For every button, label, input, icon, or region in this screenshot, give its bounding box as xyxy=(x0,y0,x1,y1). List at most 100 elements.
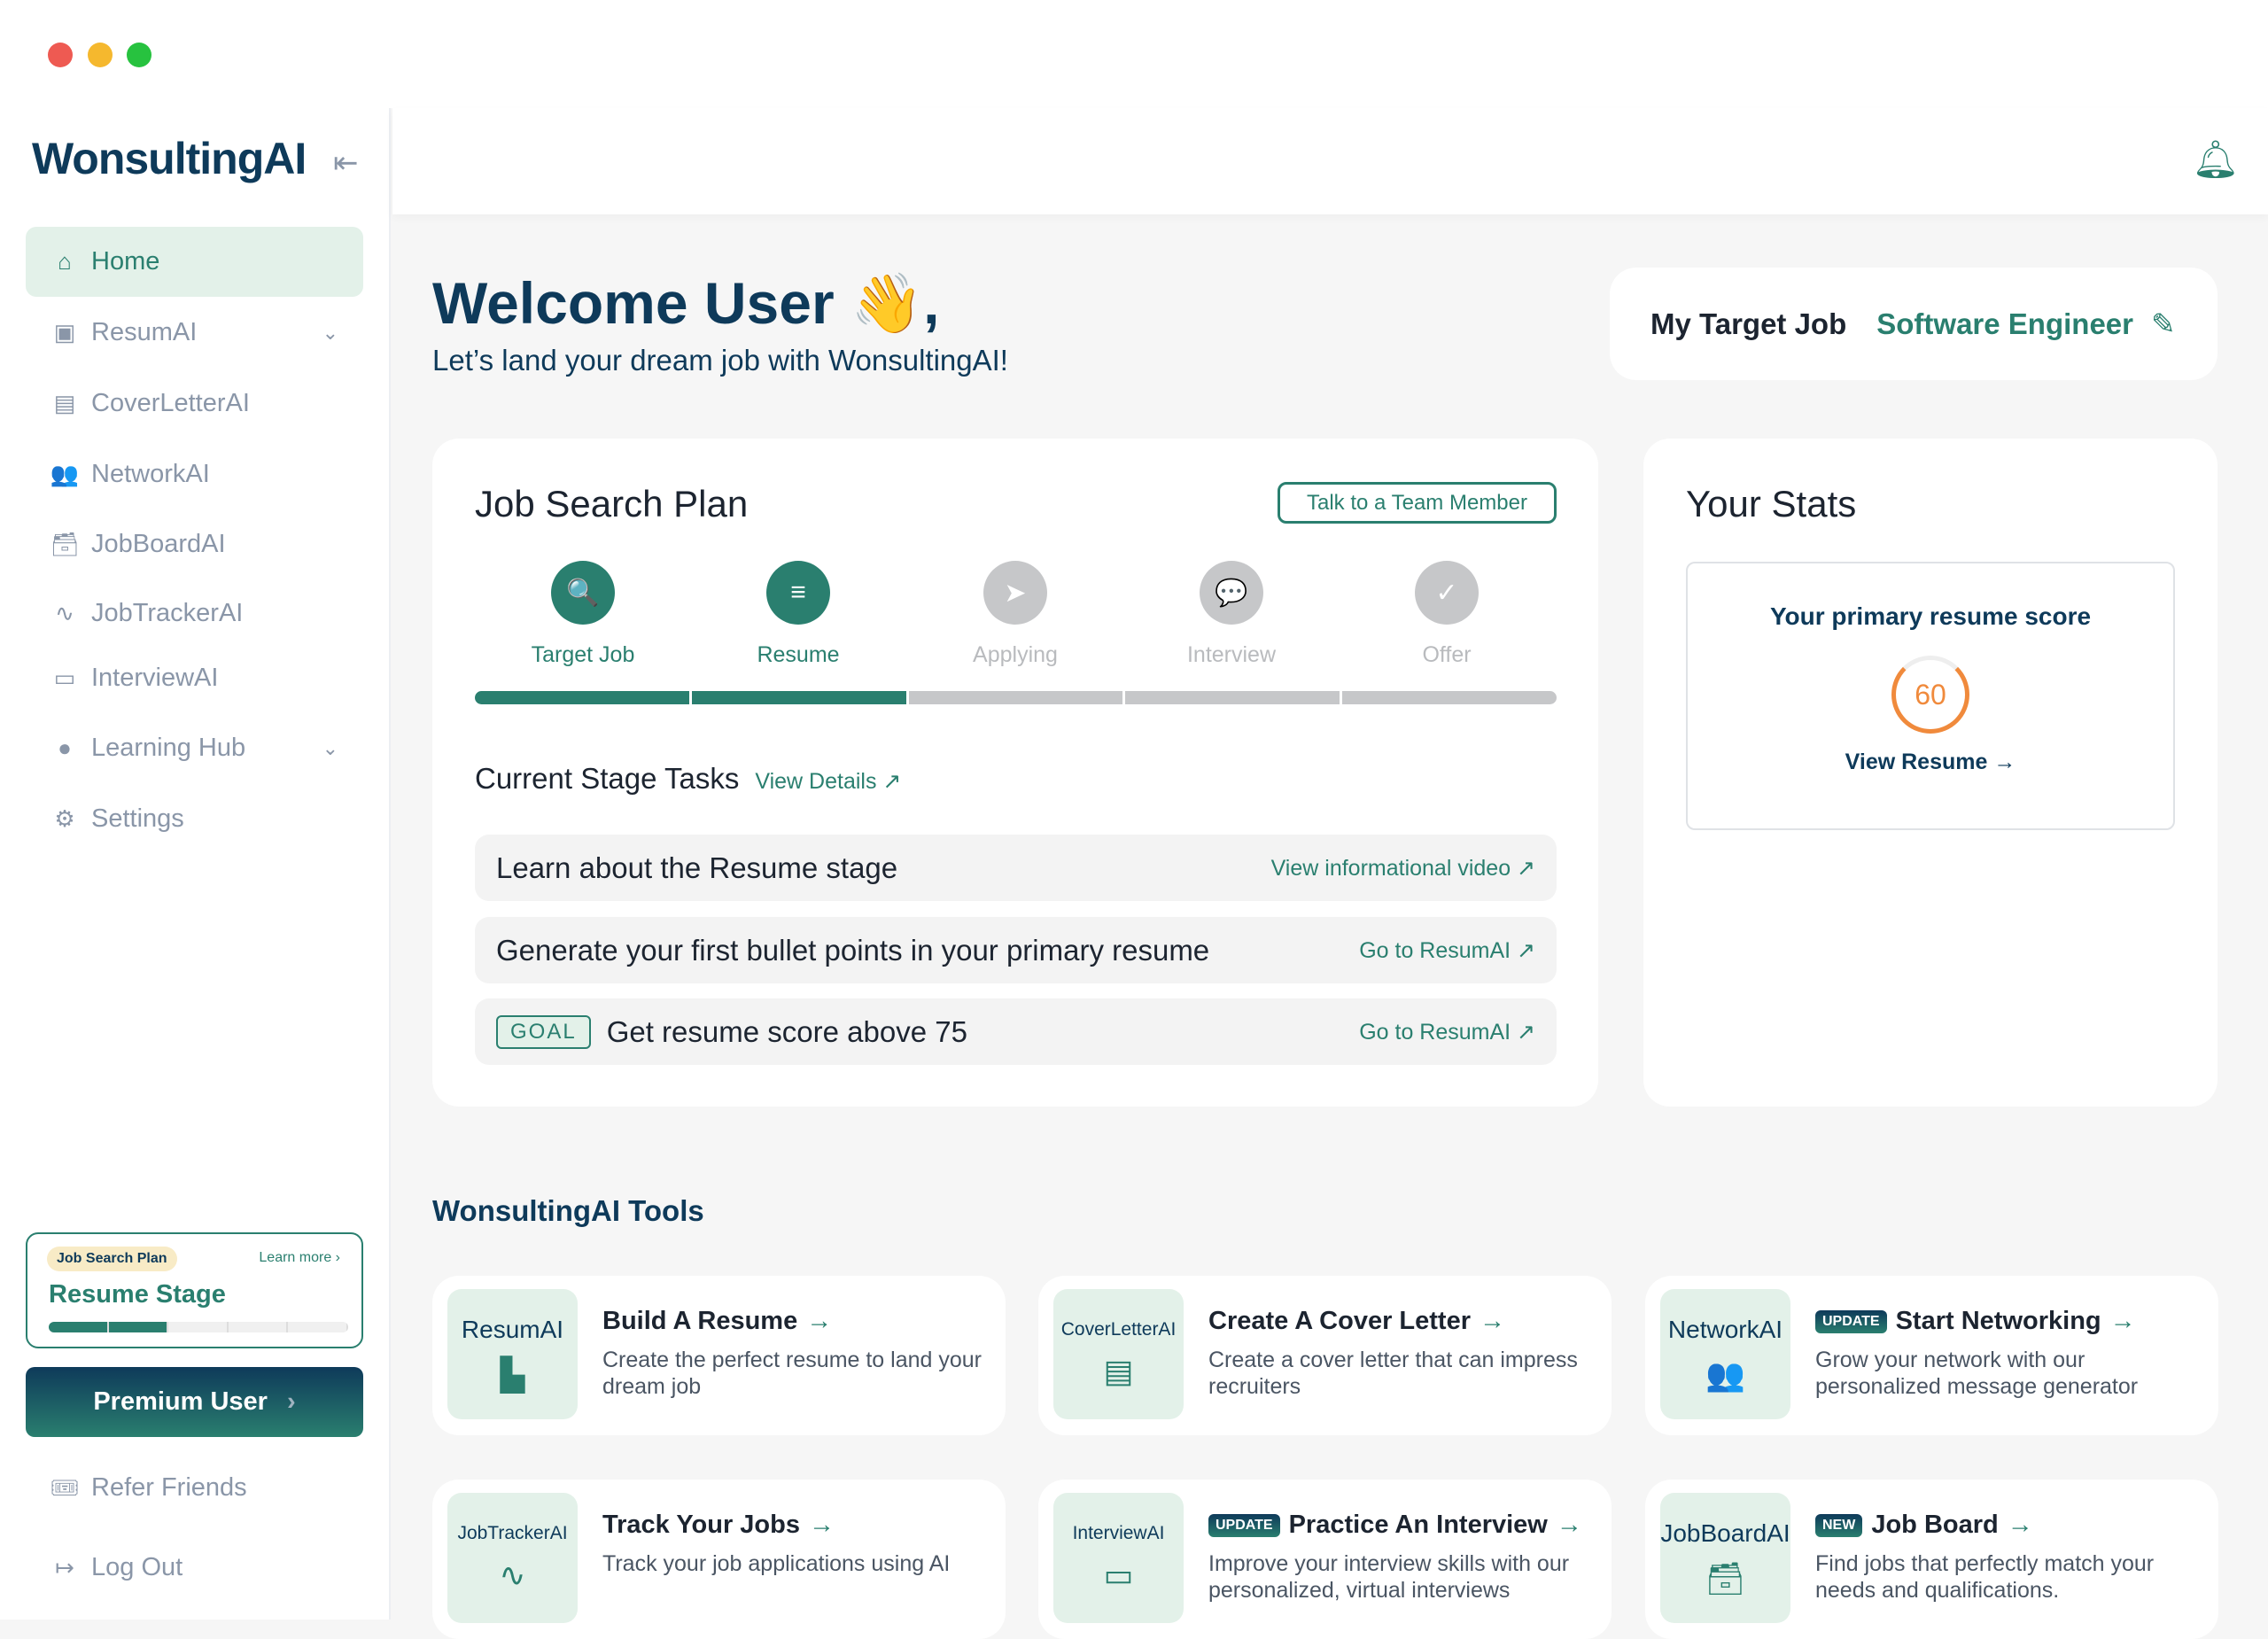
task-text: Get resume score above 75 xyxy=(607,1015,967,1049)
view-details-link[interactable]: View Details ↗ xyxy=(755,768,901,795)
view-resume-link[interactable]: View Resume → xyxy=(1688,750,2173,775)
tool-description: Grow your network with our personalized … xyxy=(1815,1347,2205,1400)
sidebar-item-label: JobTrackerAI xyxy=(91,599,243,628)
top-header xyxy=(392,108,2268,214)
tool-card-jobtrackerai[interactable]: JobTrackerAI ∿ Track Your Jobs → Track your … xyxy=(432,1480,1006,1639)
step-resume[interactable]: ≡Resume xyxy=(710,561,887,668)
score-label: Your primary resume score xyxy=(1688,602,2173,631)
tool-body: NEWJob Board→Find jobs that perfectly ma… xyxy=(1790,1493,2205,1626)
stage-name: Resume Stage xyxy=(49,1280,226,1309)
learn-more-link[interactable]: Learn more › xyxy=(259,1250,340,1266)
target-job-value[interactable]: Software Engineer xyxy=(1876,307,2133,341)
step-label: Target Job xyxy=(494,642,672,668)
maximize-window-button[interactable] xyxy=(127,43,151,67)
job-board-icon: 🗃 xyxy=(47,531,82,558)
refer-friends-link[interactable]: 🎟Refer Friends xyxy=(26,1453,363,1523)
step-offer[interactable]: ✓Offer xyxy=(1358,561,1535,668)
sidebar-item-interviewai[interactable]: ▭InterviewAI xyxy=(26,643,363,713)
tool-title: Create A Cover Letter xyxy=(1208,1307,1471,1336)
tool-body: UPDATEStart Networking→Grow your network… xyxy=(1790,1289,2205,1422)
notification-bell-icon[interactable]: 🔔︎ xyxy=(2192,138,2239,182)
sidebar-item-jobboardai[interactable]: 🗃JobBoardAI xyxy=(26,509,363,579)
step-label: Resume xyxy=(710,642,887,668)
tool-title-row: NEW Job Board → xyxy=(1815,1511,2205,1540)
target-job-card: My Target Job Software Engineer ✎ xyxy=(1610,268,2218,380)
chevron-down-icon[interactable]: ⌄ xyxy=(322,322,338,345)
window-chrome xyxy=(0,0,2268,108)
tool-tile-name: JobBoardAI xyxy=(1660,1519,1790,1548)
premium-label: Premium User xyxy=(93,1387,268,1417)
step-target-job[interactable]: 🔍 Target Job xyxy=(494,561,672,668)
sidebar-item-home[interactable]: ⌂Home xyxy=(26,227,363,297)
tool-tile-name: JobTrackerAI xyxy=(457,1523,567,1544)
progress-segment xyxy=(909,691,1123,704)
tool-card-networkai[interactable]: NetworkAI👥UPDATEStart Networking→Grow yo… xyxy=(1645,1276,2218,1435)
tool-title-row: Build A Resume→ xyxy=(602,1307,992,1336)
logout-link[interactable]: ↦Log Out xyxy=(26,1533,363,1603)
job-search-plan-widget[interactable]: Job Search Plan Learn more › Resume Stag… xyxy=(26,1232,363,1348)
task-row: GOAL Get resume score above 75 Go to Resum… xyxy=(475,998,1557,1065)
your-stats-card: Your Stats Your primary resume score 60 … xyxy=(1643,439,2218,1107)
task-link[interactable]: Go to ResumAI ↗ xyxy=(1359,1019,1535,1045)
step-applying[interactable]: ➤Applying xyxy=(927,561,1104,668)
tool-icon: ▙ xyxy=(501,1356,525,1394)
tool-tile-name: InterviewAI xyxy=(1073,1523,1165,1544)
tool-icon: 👥 xyxy=(1705,1356,1745,1394)
tool-icon: ∿ xyxy=(499,1557,525,1594)
tool-tile: InterviewAI▭ xyxy=(1053,1493,1184,1623)
lightbulb-icon: ● xyxy=(47,734,82,762)
step-icon: 🔍 xyxy=(551,561,615,625)
task-link[interactable]: View informational video ↗ xyxy=(1271,855,1535,882)
sidebar-item-coverletterai[interactable]: ▤CoverLetterAI xyxy=(26,369,363,439)
tool-tag: NEW xyxy=(1815,1514,1862,1537)
tool-title: Track Your Jobs xyxy=(602,1511,800,1540)
logout-icon: ↦ xyxy=(47,1554,82,1581)
tool-description: Track your job applications using AI xyxy=(602,1550,992,1577)
progress-segment xyxy=(1342,691,1557,704)
premium-user-button[interactable]: Premium User › xyxy=(26,1367,363,1437)
tool-body: UPDATEPractice An Interview→Improve your… xyxy=(1184,1493,1598,1626)
tool-card-resumai[interactable]: ResumAI▙Build A Resume→Create the perfec… xyxy=(432,1276,1006,1435)
collapse-sidebar-icon[interactable]: ⇤ xyxy=(333,145,359,181)
close-window-button[interactable] xyxy=(48,43,73,67)
progress-segment xyxy=(692,691,906,704)
step-icon: ➤ xyxy=(983,561,1047,625)
tool-tile: JobTrackerAI ∿ xyxy=(447,1493,578,1623)
talk-to-team-button[interactable]: Talk to a Team Member xyxy=(1278,482,1557,524)
cover-letter-icon: ▤ xyxy=(47,390,82,417)
tool-icon: 🗃 xyxy=(1705,1560,1746,1597)
task-link[interactable]: Go to ResumAI ↗ xyxy=(1359,937,1535,964)
tool-title: Build A Resume xyxy=(602,1307,797,1336)
chevron-down-icon[interactable]: ⌄ xyxy=(322,737,338,760)
sidebar-item-learning-hub[interactable]: ●Learning Hub⌄ xyxy=(26,713,363,783)
tool-title-row: Track Your Jobs → xyxy=(602,1511,992,1540)
tool-tag: UPDATE xyxy=(1815,1310,1887,1333)
tool-card-jobboardai[interactable]: JobBoardAI🗃NEWJob Board→Find jobs that p… xyxy=(1645,1480,2218,1639)
chevron-right-icon: › xyxy=(287,1387,296,1417)
tasks-title: Current Stage Tasks xyxy=(475,762,739,796)
goal-badge: GOAL xyxy=(496,1015,591,1049)
arrow-right-icon: → xyxy=(809,1511,835,1540)
tool-card-interviewai[interactable]: InterviewAI▭UPDATEPractice An Interview→… xyxy=(1038,1480,1612,1639)
tool-description: Improve your interview skills with our p… xyxy=(1208,1550,1598,1604)
sidebar-item-resumai[interactable]: ▣ResumAI⌄ xyxy=(26,298,363,368)
sidebar-item-label: ResumAI xyxy=(91,318,197,347)
plan-badge: Job Search Plan xyxy=(47,1247,177,1271)
resume-score-box: Your primary resume score 60 View Resume… xyxy=(1686,562,2175,830)
task-row: Learn about the Resume stageView informa… xyxy=(475,835,1557,901)
tool-title: Job Board xyxy=(1871,1511,1998,1540)
minimize-window-button[interactable] xyxy=(88,43,113,67)
edit-pencil-icon[interactable]: ✎ xyxy=(2151,307,2176,341)
progress-segment xyxy=(475,691,689,704)
sidebar-item-settings[interactable]: ⚙Settings xyxy=(26,784,363,854)
tool-title-row: Create A Cover Letter→ xyxy=(1208,1307,1598,1336)
sidebar-item-networkai[interactable]: 👥NetworkAI xyxy=(26,439,363,509)
step-interview[interactable]: 💬Interview xyxy=(1143,561,1320,668)
tool-card-coverletterai[interactable]: CoverLetterAI▤Create A Cover Letter→Crea… xyxy=(1038,1276,1612,1435)
progress-segment xyxy=(1125,691,1340,704)
sidebar-item-jobtrackerai[interactable]: ∿JobTrackerAI xyxy=(26,579,363,649)
tool-tag: UPDATE xyxy=(1208,1514,1280,1537)
tool-tile-name: CoverLetterAI xyxy=(1061,1319,1177,1340)
tool-description: Create the perfect resume to land your d… xyxy=(602,1347,992,1400)
arrow-right-icon: → xyxy=(2008,1511,2033,1540)
